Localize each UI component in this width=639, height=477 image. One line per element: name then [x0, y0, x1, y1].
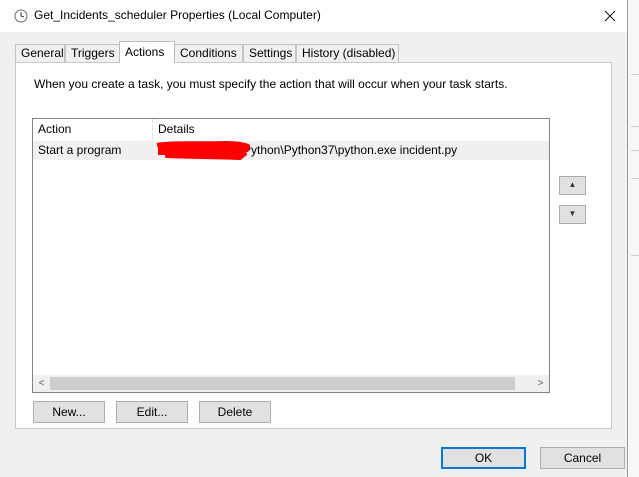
scroll-left-icon[interactable]: <	[33, 375, 50, 392]
window-title: Get_Incidents_scheduler Properties (Loca…	[34, 8, 321, 22]
ok-button[interactable]: OK	[441, 447, 526, 469]
edit-button[interactable]: Edit...	[116, 401, 188, 423]
list-header: Action Details	[33, 119, 549, 140]
close-icon	[604, 10, 616, 22]
arrow-down-icon: ▼	[568, 209, 577, 218]
close-button[interactable]	[593, 0, 627, 32]
column-header-details[interactable]: Details	[153, 119, 549, 140]
column-header-action[interactable]: Action	[33, 119, 153, 140]
move-down-button[interactable]: ▼	[559, 205, 586, 224]
arrow-up-icon: ▲	[568, 180, 577, 189]
scrollbar-thumb[interactable]	[50, 377, 515, 390]
redaction-scribble	[156, 141, 250, 160]
actions-tab-panel: When you create a task, you must specify…	[15, 62, 612, 429]
tab-settings[interactable]: Settings	[243, 44, 296, 62]
tab-label: History (disabled)	[302, 46, 396, 60]
details-text: Python\Python37\python.exe incident.py	[243, 143, 458, 157]
tab-general[interactable]: General	[15, 44, 65, 62]
list-item[interactable]: Start a program Python\Python37\python.e…	[33, 141, 549, 160]
title-bar: Get_Incidents_scheduler Properties (Loca…	[0, 0, 627, 32]
move-up-button[interactable]: ▲	[559, 176, 586, 195]
tab-conditions[interactable]: Conditions	[174, 44, 243, 62]
properties-dialog: Get_Incidents_scheduler Properties (Loca…	[0, 0, 628, 477]
horizontal-scrollbar[interactable]: < >	[33, 375, 549, 392]
new-button[interactable]: New...	[33, 401, 105, 423]
background-window-edge	[628, 0, 639, 477]
tab-actions[interactable]: Actions	[119, 41, 175, 63]
tab-label: General	[21, 46, 64, 60]
tab-label: Conditions	[180, 46, 237, 60]
tab-label: Triggers	[71, 46, 115, 60]
cancel-button[interactable]: Cancel	[540, 447, 625, 469]
tab-label: Settings	[249, 46, 293, 60]
intro-text: When you create a task, you must specify…	[34, 77, 508, 91]
actions-list[interactable]: Action Details Start a program Python\Py…	[32, 118, 550, 393]
tab-history[interactable]: History (disabled)	[296, 44, 399, 62]
task-clock-icon	[14, 9, 28, 23]
delete-button[interactable]: Delete	[199, 401, 271, 423]
tab-triggers[interactable]: Triggers	[65, 44, 120, 62]
scroll-right-icon[interactable]: >	[532, 375, 549, 392]
action-cell: Start a program	[38, 143, 122, 157]
tab-label: Actions	[125, 45, 165, 59]
